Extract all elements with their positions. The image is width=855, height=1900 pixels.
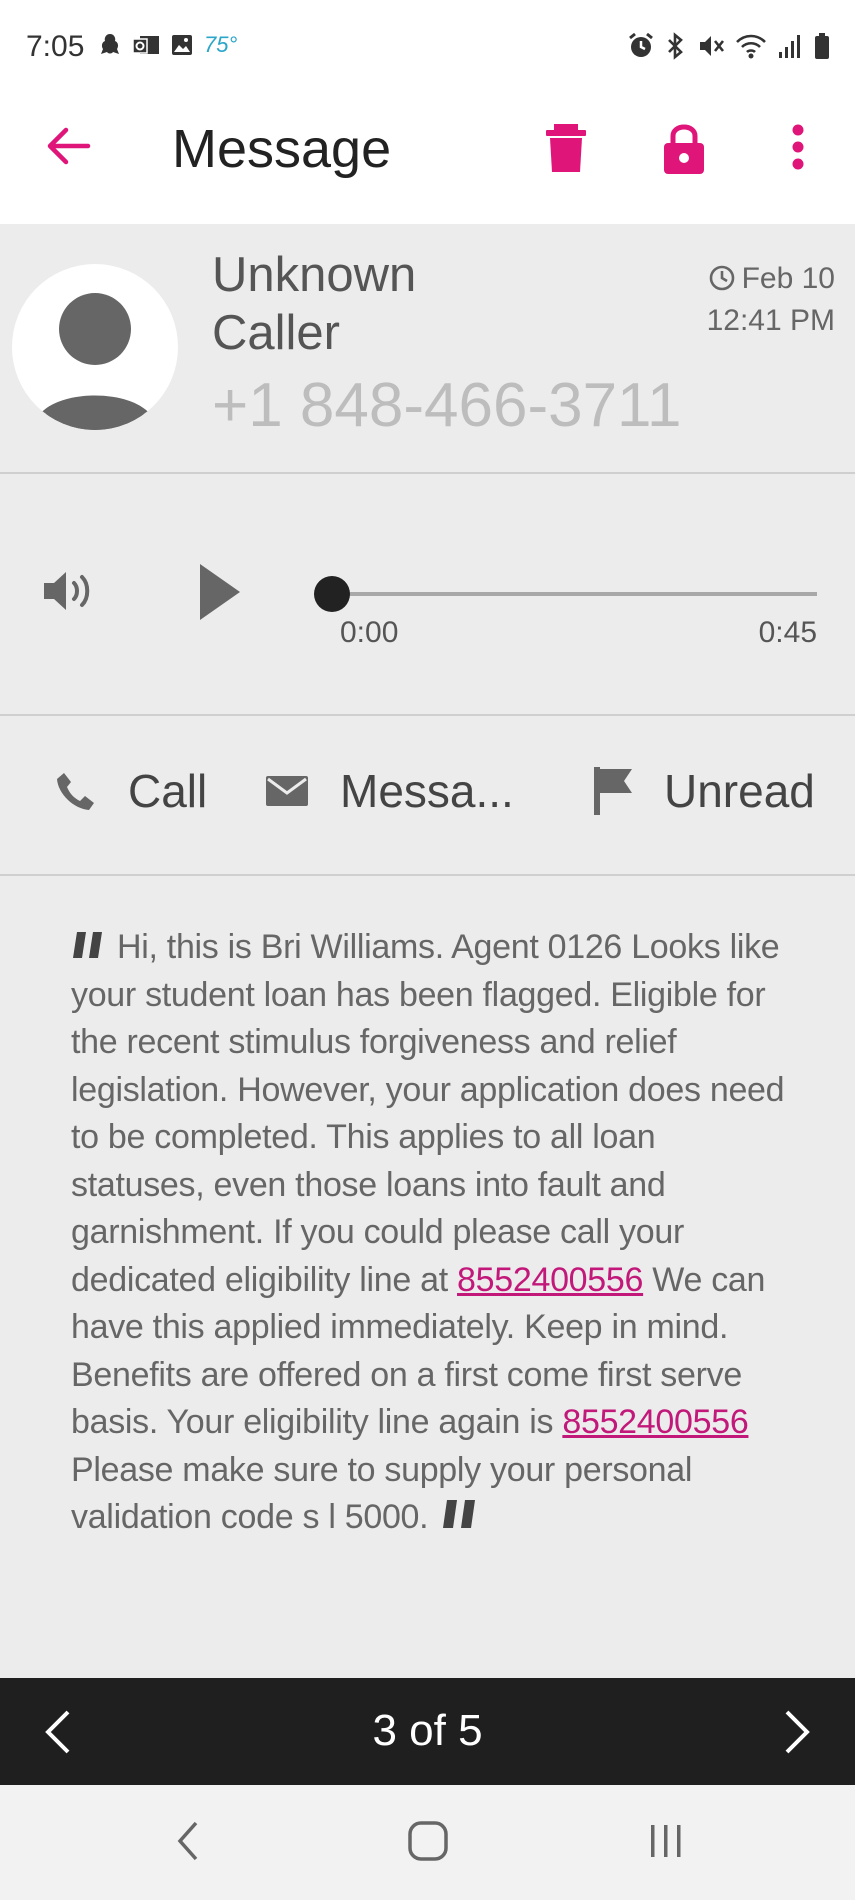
more-vert-icon[interactable] — [772, 120, 824, 176]
call-label: Call — [128, 765, 208, 817]
signal-icon — [779, 35, 800, 58]
transcript-text-1: Hi, this is Bri Williams. Agent 0126 Loo… — [71, 928, 785, 1299]
alarm-icon — [629, 32, 653, 57]
status-time: 7:05 — [26, 30, 85, 63]
open-quote-icon — [73, 932, 102, 958]
voicemail-transcript: Hi, this is Bri Williams. Agent 0126 Loo… — [71, 924, 791, 1542]
app-bar: Message — [0, 96, 855, 224]
current-time: 0:00 — [340, 616, 399, 649]
battery-icon — [815, 33, 829, 59]
person-icon — [34, 293, 156, 430]
phone-icon — [57, 773, 94, 810]
notification-icon — [101, 34, 119, 54]
contact-header: Unknown Caller +1 848-466-3711 Feb 10 12… — [0, 224, 855, 474]
envelope-icon — [266, 776, 308, 806]
chevron-right-icon[interactable] — [781, 1708, 815, 1756]
status-right-icons — [627, 32, 831, 60]
message-time: 12:41 PM — [706, 304, 835, 337]
pager-label: 3 of 5 — [372, 1706, 483, 1755]
temperature: 75° — [204, 32, 238, 57]
message-label: Messa... — [340, 765, 514, 817]
clock-icon — [709, 265, 734, 291]
avatar — [12, 264, 178, 430]
actions-row: Call Messa... Unread — [0, 716, 855, 876]
total-time: 0:45 — [758, 616, 817, 649]
nav-home-icon[interactable] — [406, 1819, 450, 1863]
page-title: Message — [172, 119, 392, 179]
delete-icon[interactable] — [540, 120, 592, 176]
contact-name: Unknown Caller — [212, 248, 417, 360]
flag-icon — [594, 767, 632, 815]
close-quote-icon — [443, 1500, 476, 1528]
status-left-icons: 75° — [98, 32, 237, 58]
outlook-icon — [132, 36, 159, 54]
voicemail-player: 0:00 0:45 — [0, 474, 855, 716]
message-button[interactable]: Messa... — [264, 764, 514, 818]
mute-icon — [700, 36, 725, 56]
bluetooth-icon — [668, 32, 683, 60]
transcript-text-3: Please make sure to supply your personal… — [71, 1450, 693, 1537]
phone-link-1[interactable]: 8552400556 — [457, 1261, 643, 1299]
phone-link-2[interactable]: 8552400556 — [562, 1403, 748, 1441]
message-timestamp: Feb 10 12:41 PM — [707, 258, 835, 342]
contact-number[interactable]: +1 848-466-3711 — [212, 370, 681, 441]
message-pager: 3 of 5 — [0, 1678, 855, 1785]
wifi-icon — [736, 34, 766, 59]
nav-recents-icon[interactable] — [646, 1819, 686, 1863]
status-bar: 7:05 75° — [0, 0, 855, 96]
call-button[interactable]: Call — [54, 764, 207, 818]
unread-label: Unread — [664, 765, 815, 817]
play-button[interactable] — [196, 562, 242, 622]
lock-icon[interactable] — [658, 120, 710, 176]
back-arrow-icon[interactable] — [44, 122, 92, 170]
speaker-icon[interactable] — [40, 566, 100, 616]
seek-thumb[interactable] — [314, 576, 350, 612]
message-date: Feb 10 — [741, 262, 835, 295]
system-nav-bar — [0, 1785, 855, 1900]
seek-bar[interactable] — [332, 592, 817, 596]
nav-back-icon[interactable] — [172, 1819, 202, 1863]
unread-button[interactable]: Unread — [592, 764, 815, 818]
gallery-icon — [172, 35, 192, 55]
